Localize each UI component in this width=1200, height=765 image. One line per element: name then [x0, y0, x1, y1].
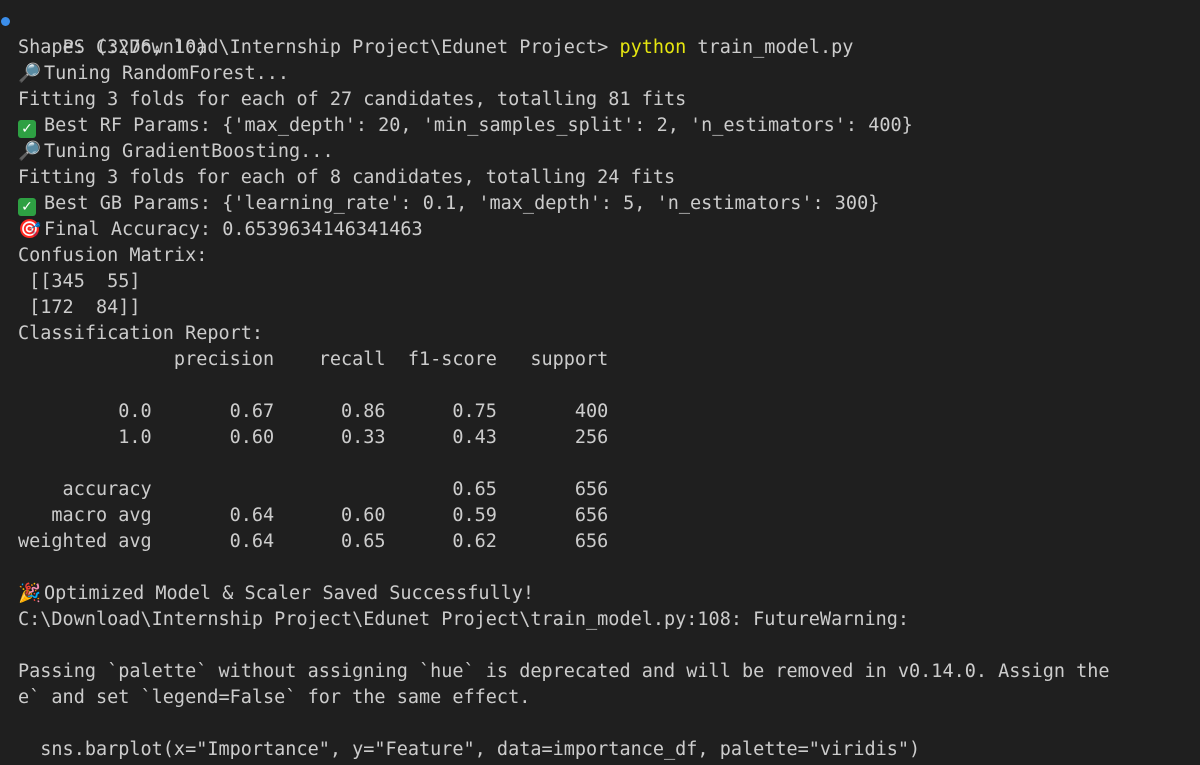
- report-row-macro-avg: macro avg 0.64 0.60 0.59 656: [18, 505, 609, 526]
- output-text: Final Accuracy: 0.6539634146341463: [44, 219, 423, 240]
- output-line-shape: Shape: (3276, 10): [18, 37, 208, 58]
- output-text: Tuning RandomForest...: [44, 63, 290, 84]
- output-line-best-rf: ✓ Best RF Params: {'max_depth': 20, 'min_…: [0, 113, 1200, 139]
- terminal-output[interactable]: PS C:\Download\Internship Project\Edunet…: [0, 0, 1200, 765]
- warning-code-line: sns.barplot(x="Importance", y="Feature",…: [18, 739, 921, 760]
- warning-message-line: Passing `palette` without assigning `hue…: [18, 661, 1110, 682]
- output-line-best-gb: ✓ Best GB Params: {'learning_rate': 0.1, …: [0, 191, 1200, 217]
- report-row-class-1: 1.0 0.60 0.33 0.43 256: [18, 427, 609, 448]
- prompt-status-dot-icon: [1, 17, 10, 26]
- report-blank-line: [0, 373, 1200, 399]
- classification-report-title: Classification Report:: [18, 323, 264, 344]
- check-icon: ✓: [18, 120, 36, 138]
- report-row-accuracy: accuracy 0.65 656: [18, 479, 609, 500]
- output-line-tuning-gb: 🔎 Tuning GradientBoosting...: [0, 139, 1200, 165]
- report-row-class-0: 0.0 0.67 0.86 0.75 400: [18, 401, 609, 422]
- confusion-matrix-title: Confusion Matrix:: [18, 245, 208, 266]
- output-line-fitting-rf: Fitting 3 folds for each of 27 candidate…: [18, 89, 687, 110]
- report-row-weighted-avg: weighted avg 0.64 0.65 0.62 656: [18, 531, 609, 552]
- search-icon: 🔎: [18, 141, 42, 162]
- output-line-final-accuracy: 🎯 Final Accuracy: 0.6539634146341463: [0, 217, 1200, 243]
- output-text: Best GB Params: {'learning_rate': 0.1, '…: [44, 193, 880, 214]
- target-icon: 🎯: [18, 219, 42, 240]
- report-header-row: precision recall f1-score support: [18, 349, 609, 370]
- confusion-matrix-row: [172 84]]: [18, 297, 141, 318]
- report-blank-line: [0, 451, 1200, 477]
- output-line-fitting-gb: Fitting 3 folds for each of 8 candidates…: [18, 167, 676, 188]
- check-icon: ✓: [18, 198, 36, 216]
- output-text: Best RF Params: {'max_depth': 20, 'min_s…: [44, 115, 913, 136]
- confusion-matrix-row: [[345 55]: [18, 271, 141, 292]
- prompt-line: PS C:\Download\Internship Project\Edunet…: [0, 9, 1200, 58]
- search-icon: 🔎: [18, 63, 42, 84]
- output-text: Tuning GradientBoosting...: [44, 141, 334, 162]
- party-popper-icon: 🎉: [18, 583, 42, 604]
- output-line-saved: 🎉 Optimized Model & Scaler Saved Successf…: [0, 581, 1200, 607]
- warning-path-line: C:\Download\Internship Project\Edunet Pr…: [18, 609, 910, 630]
- warning-message-line: e` and set `legend=False` for the same e…: [18, 687, 531, 708]
- output-line-tuning-rf: 🔎 Tuning RandomForest...: [0, 61, 1200, 87]
- output-text: Optimized Model & Scaler Saved Successfu…: [44, 583, 535, 604]
